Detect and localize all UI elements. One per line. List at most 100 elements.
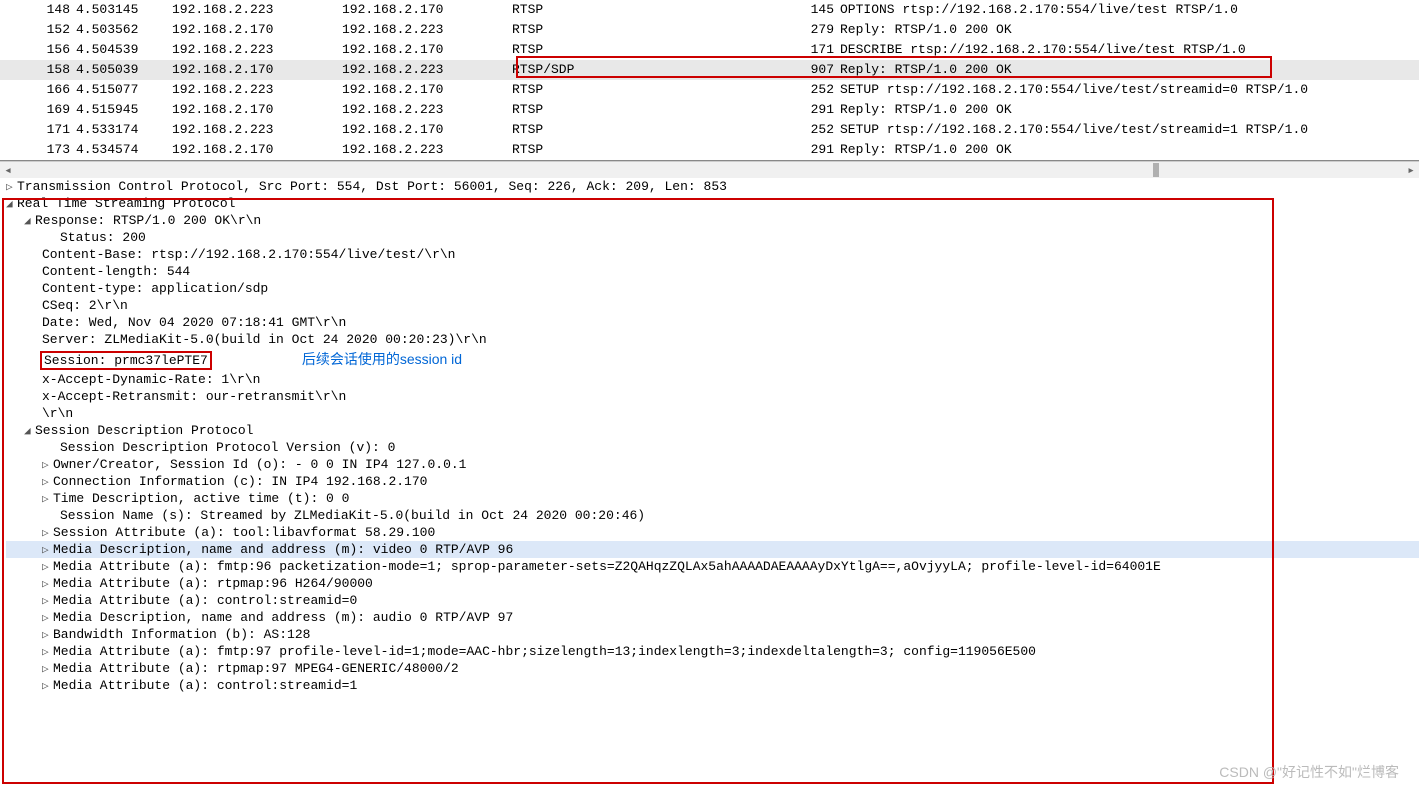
tree-server[interactable]: Server: ZLMediaKit-5.0(build in Oct 24 2…: [6, 331, 1419, 348]
col-protocol: RTSP: [512, 141, 802, 159]
tree-crlf[interactable]: \r\n: [6, 405, 1419, 422]
tree-sdp-c[interactable]: ▷Connection Information (c): IN IP4 192.…: [6, 473, 1419, 490]
packet-row[interactable]: 158 4.505039192.168.2.170192.168.2.223RTS…: [0, 60, 1419, 80]
tree-sdp-t[interactable]: ▷Time Description, active time (t): 0 0: [6, 490, 1419, 507]
tree-content-type[interactable]: Content-type: application/sdp: [6, 280, 1419, 297]
col-info: Reply: RTSP/1.0 200 OK: [840, 61, 1419, 79]
col-no: 156: [40, 41, 70, 59]
col-destination: 192.168.2.170: [342, 81, 512, 99]
col-destination: 192.168.2.223: [342, 21, 512, 39]
chevron-down-icon: ◢: [24, 424, 35, 438]
col-destination: 192.168.2.170: [342, 1, 512, 19]
tree-sdp-root[interactable]: ◢Session Description Protocol: [6, 422, 1419, 439]
tree-sdp-s[interactable]: Session Name (s): Streamed by ZLMediaKit…: [6, 507, 1419, 524]
tree-sdp-v[interactable]: Session Description Protocol Version (v)…: [6, 439, 1419, 456]
col-destination: 192.168.2.223: [342, 141, 512, 159]
chevron-right-icon: ▷: [42, 594, 53, 608]
tree-sdp-a-rtpmap97[interactable]: ▷Media Attribute (a): rtpmap:97 MPEG4-GE…: [6, 660, 1419, 677]
col-no: 166: [40, 81, 70, 99]
tree-rtsp-root[interactable]: ◢Real Time Streaming Protocol: [6, 195, 1419, 212]
tree-date[interactable]: Date: Wed, Nov 04 2020 07:18:41 GMT\r\n: [6, 314, 1419, 331]
col-length: 291: [802, 101, 834, 119]
col-info: OPTIONS rtsp://192.168.2.170:554/live/te…: [840, 1, 1419, 19]
col-source: 192.168.2.170: [172, 61, 342, 79]
col-no: 173: [40, 141, 70, 159]
packet-row[interactable]: 1734.534574192.168.2.170192.168.2.223RTS…: [0, 140, 1419, 160]
col-source: 192.168.2.170: [172, 21, 342, 39]
tree-response[interactable]: ◢Response: RTSP/1.0 200 OK\r\n: [6, 212, 1419, 229]
col-length: 279: [802, 21, 834, 39]
tree-sdp-a-fmtp97[interactable]: ▷Media Attribute (a): fmtp:97 profile-le…: [6, 643, 1419, 660]
col-info: SETUP rtsp://192.168.2.170:554/live/test…: [840, 121, 1419, 139]
col-destination: 192.168.2.223: [342, 61, 512, 79]
chevron-down-icon: ◢: [6, 197, 17, 211]
chevron-right-icon: ▷: [42, 628, 53, 642]
col-no: 152: [40, 21, 70, 39]
col-info: Reply: RTSP/1.0 200 OK: [840, 21, 1419, 39]
tree-x-accept-retransmit[interactable]: x-Accept-Retransmit: our-retransmit\r\n: [6, 388, 1419, 405]
packet-row[interactable]: 1484.503145192.168.2.223192.168.2.170RTS…: [0, 0, 1419, 20]
chevron-right-icon: ▷: [42, 679, 53, 693]
horizontal-scrollbar[interactable]: ◂ ▸: [0, 161, 1419, 178]
tree-sdp-a-tool[interactable]: ▷Session Attribute (a): tool:libavformat…: [6, 524, 1419, 541]
tree-sdp-m-video[interactable]: ▷Media Description, name and address (m)…: [6, 541, 1419, 558]
col-protocol: RTSP: [512, 121, 802, 139]
chevron-right-icon: ▷: [42, 560, 53, 574]
chevron-right-icon: ▷: [6, 180, 17, 194]
scroll-right-icon[interactable]: ▸: [1403, 162, 1419, 178]
col-info: SETUP rtsp://192.168.2.170:554/live/test…: [840, 81, 1419, 99]
tree-sdp-o[interactable]: ▷Owner/Creator, Session Id (o): - 0 0 IN…: [6, 456, 1419, 473]
packet-row[interactable]: 1564.504539192.168.2.223192.168.2.170RTS…: [0, 40, 1419, 60]
chevron-right-icon: ▷: [42, 662, 53, 676]
col-source: 192.168.2.223: [172, 121, 342, 139]
tree-content-base[interactable]: Content-Base: rtsp://192.168.2.170:554/l…: [6, 246, 1419, 263]
packet-row[interactable]: 152 4.503562192.168.2.170192.168.2.223RTS…: [0, 20, 1419, 40]
col-protocol: RTSP: [512, 21, 802, 39]
col-time: 4.505039: [76, 61, 172, 79]
tree-cseq[interactable]: CSeq: 2\r\n: [6, 297, 1419, 314]
col-length: 252: [802, 81, 834, 99]
col-info: Reply: RTSP/1.0 200 OK: [840, 101, 1419, 119]
col-protocol: RTSP/SDP: [512, 61, 802, 79]
col-source: 192.168.2.223: [172, 41, 342, 59]
col-no: 158: [40, 61, 70, 79]
col-length: 145: [802, 1, 834, 19]
tree-session[interactable]: Session: prmc37lePTE7后续会话使用的session id: [6, 348, 1419, 371]
tree-sdp-a-ctrl0[interactable]: ▷Media Attribute (a): control:streamid=0: [6, 592, 1419, 609]
tree-sdp-m-audio[interactable]: ▷Media Description, name and address (m)…: [6, 609, 1419, 626]
tree-content-length[interactable]: Content-length: 544: [6, 263, 1419, 280]
col-no: 169: [40, 101, 70, 119]
col-no: 148: [40, 1, 70, 19]
packet-row[interactable]: 1664.515077192.168.2.223192.168.2.170RTS…: [0, 80, 1419, 100]
tree-sdp-b[interactable]: ▷Bandwidth Information (b): AS:128: [6, 626, 1419, 643]
col-destination: 192.168.2.170: [342, 121, 512, 139]
col-no: 171: [40, 121, 70, 139]
packet-details-tree[interactable]: ▷Transmission Control Protocol, Src Port…: [0, 178, 1419, 700]
packet-row[interactable]: 171 4.533174192.168.2.223192.168.2.170RTS…: [0, 120, 1419, 140]
col-time: 4.503562: [76, 21, 172, 39]
annotation-text: 后续会话使用的session id: [302, 351, 462, 367]
col-source: 192.168.2.223: [172, 81, 342, 99]
scroll-left-icon[interactable]: ◂: [0, 162, 16, 178]
col-protocol: RTSP: [512, 41, 802, 59]
tree-tcp[interactable]: ▷Transmission Control Protocol, Src Port…: [6, 178, 1419, 195]
chevron-down-icon: ◢: [24, 214, 35, 228]
col-time: 4.534574: [76, 141, 172, 159]
tree-sdp-a-fmtp96[interactable]: ▷Media Attribute (a): fmtp:96 packetizat…: [6, 558, 1419, 575]
col-protocol: RTSP: [512, 81, 802, 99]
col-time: 4.533174: [76, 121, 172, 139]
chevron-right-icon: ▷: [42, 475, 53, 489]
scroll-thumb[interactable]: [1153, 163, 1159, 177]
col-info: Reply: RTSP/1.0 200 OK: [840, 141, 1419, 159]
tree-status[interactable]: Status: 200: [6, 229, 1419, 246]
col-source: 192.168.2.223: [172, 1, 342, 19]
chevron-right-icon: ▷: [42, 492, 53, 506]
tree-x-accept-dynamic[interactable]: x-Accept-Dynamic-Rate: 1\r\n: [6, 371, 1419, 388]
chevron-right-icon: ▷: [42, 645, 53, 659]
col-destination: 192.168.2.223: [342, 101, 512, 119]
col-protocol: RTSP: [512, 101, 802, 119]
tree-sdp-a-ctrl1[interactable]: ▷Media Attribute (a): control:streamid=1: [6, 677, 1419, 694]
tree-sdp-a-rtpmap96[interactable]: ▷Media Attribute (a): rtpmap:96 H264/900…: [6, 575, 1419, 592]
packet-list[interactable]: 1484.503145192.168.2.223192.168.2.170RTS…: [0, 0, 1419, 161]
packet-row[interactable]: 1694.515945192.168.2.170192.168.2.223RTS…: [0, 100, 1419, 120]
